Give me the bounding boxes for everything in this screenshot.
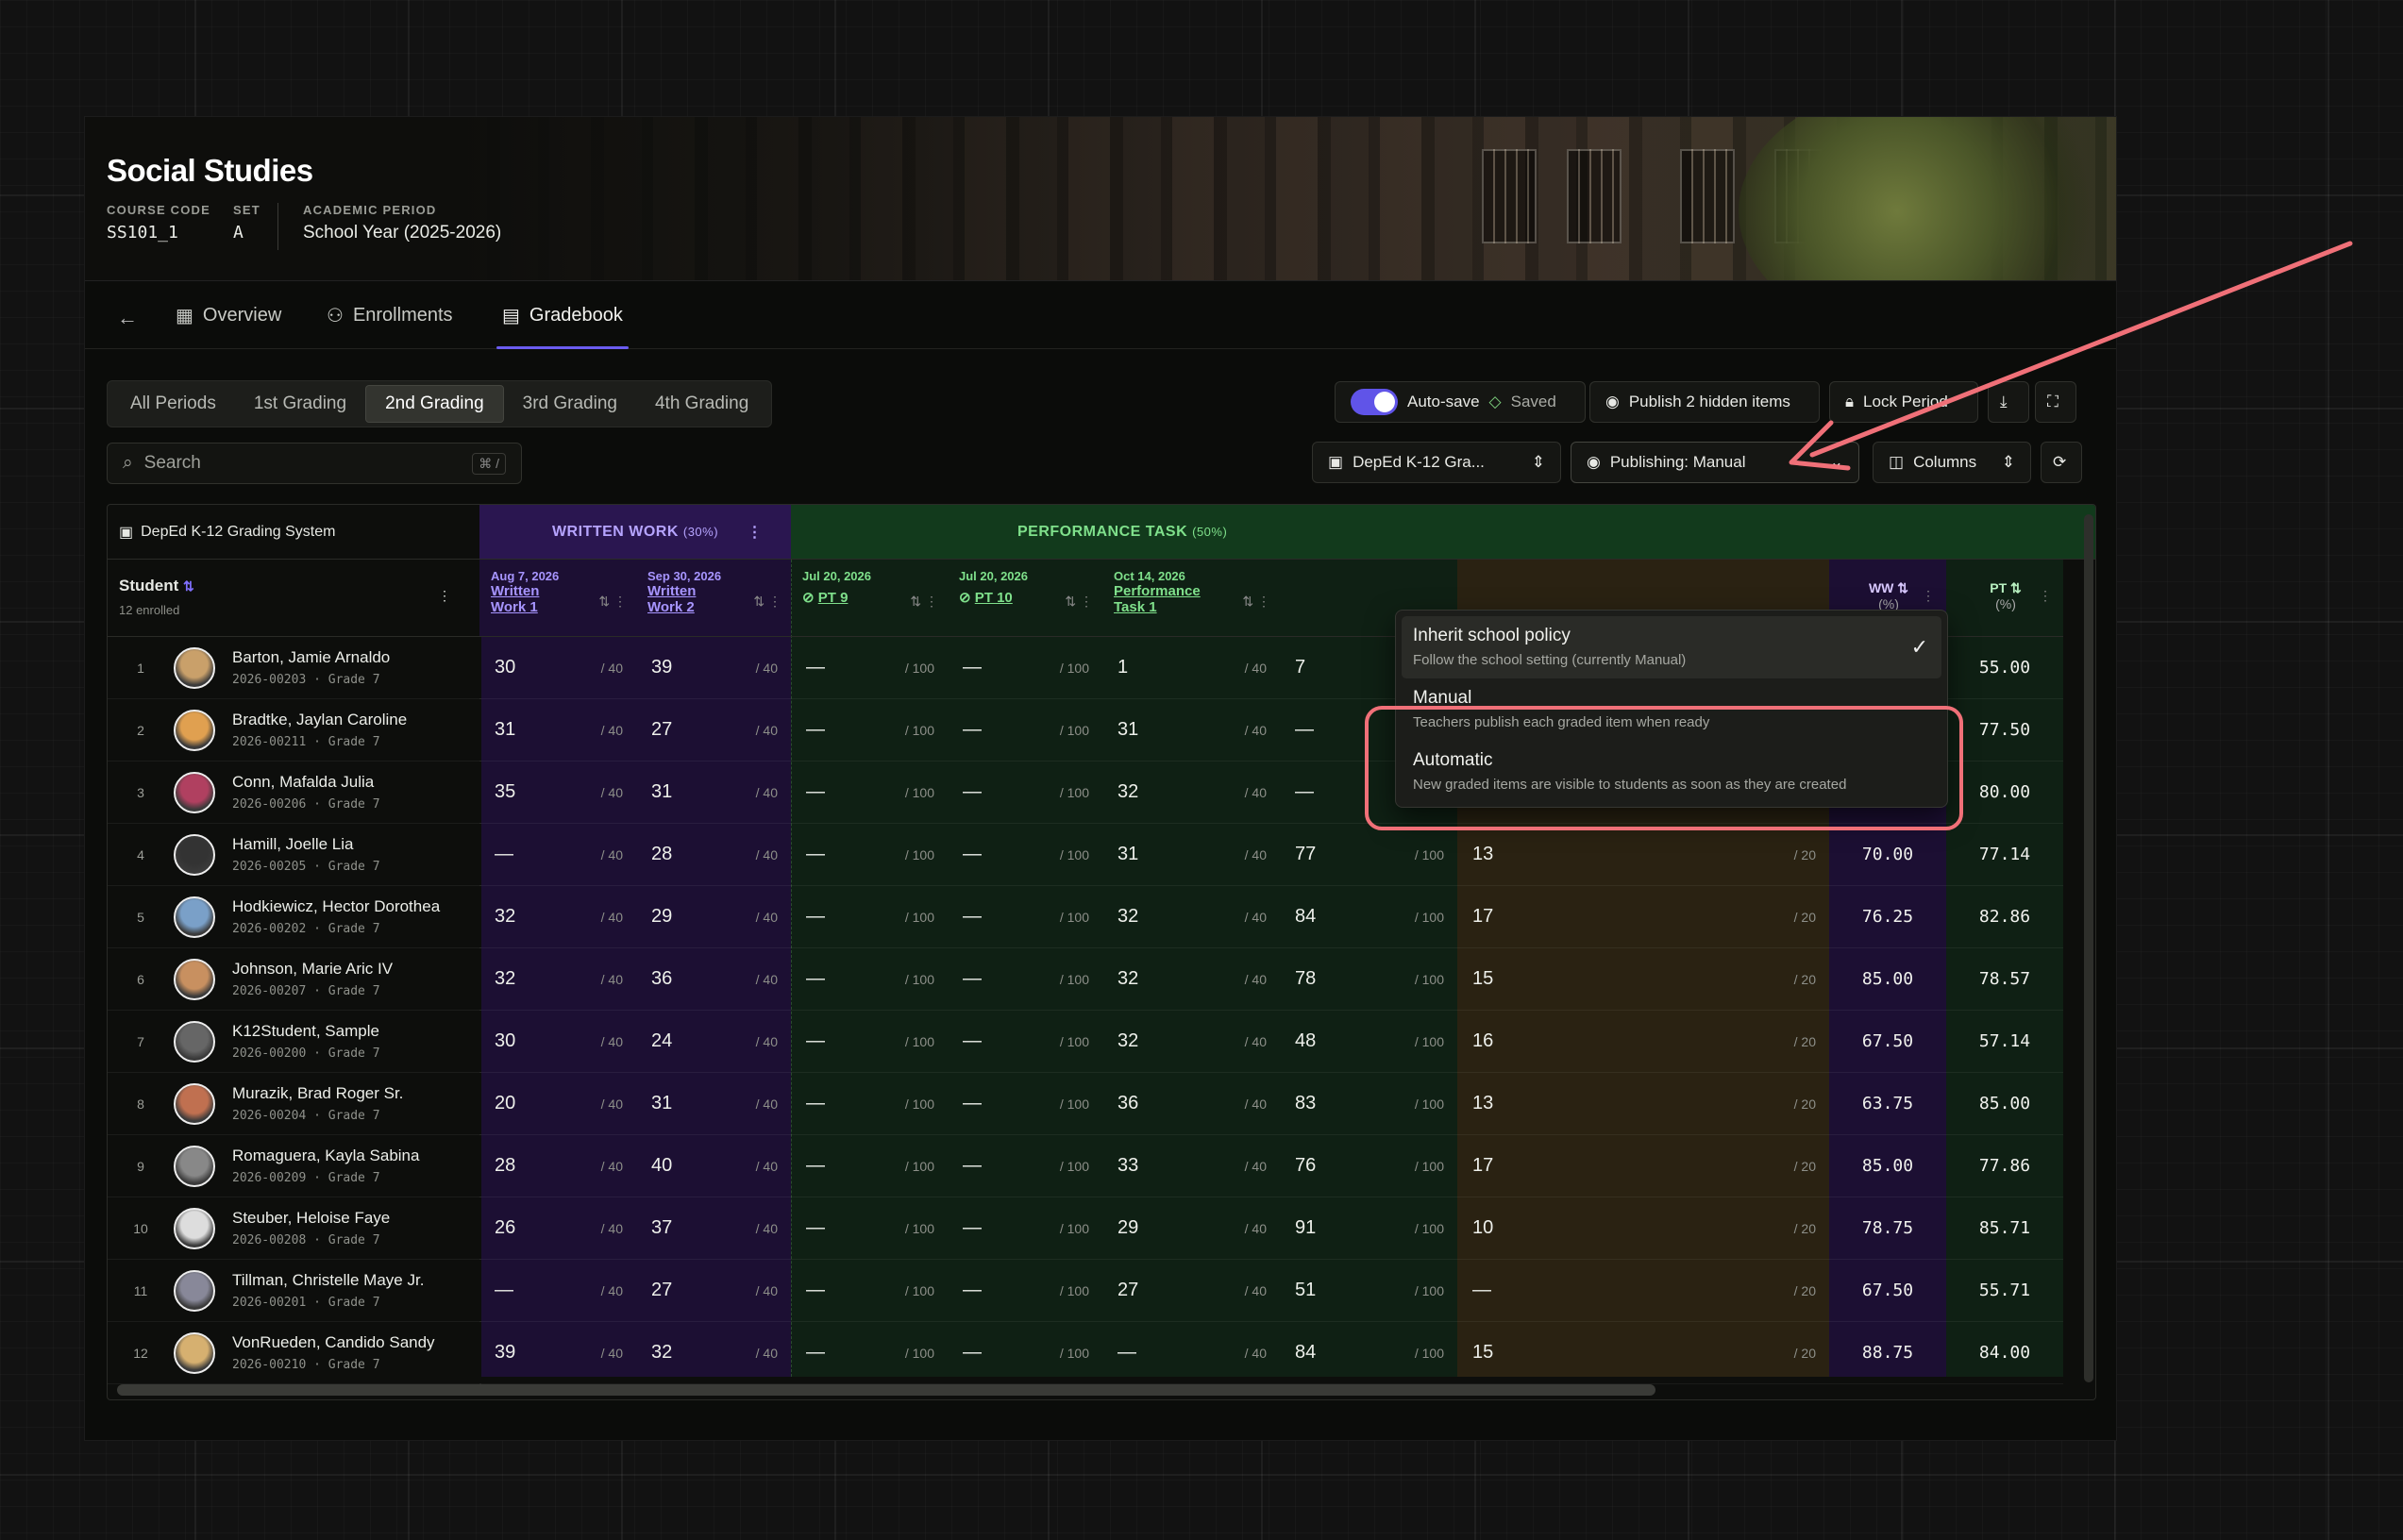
arrow-annotation	[1789, 241, 2353, 471]
